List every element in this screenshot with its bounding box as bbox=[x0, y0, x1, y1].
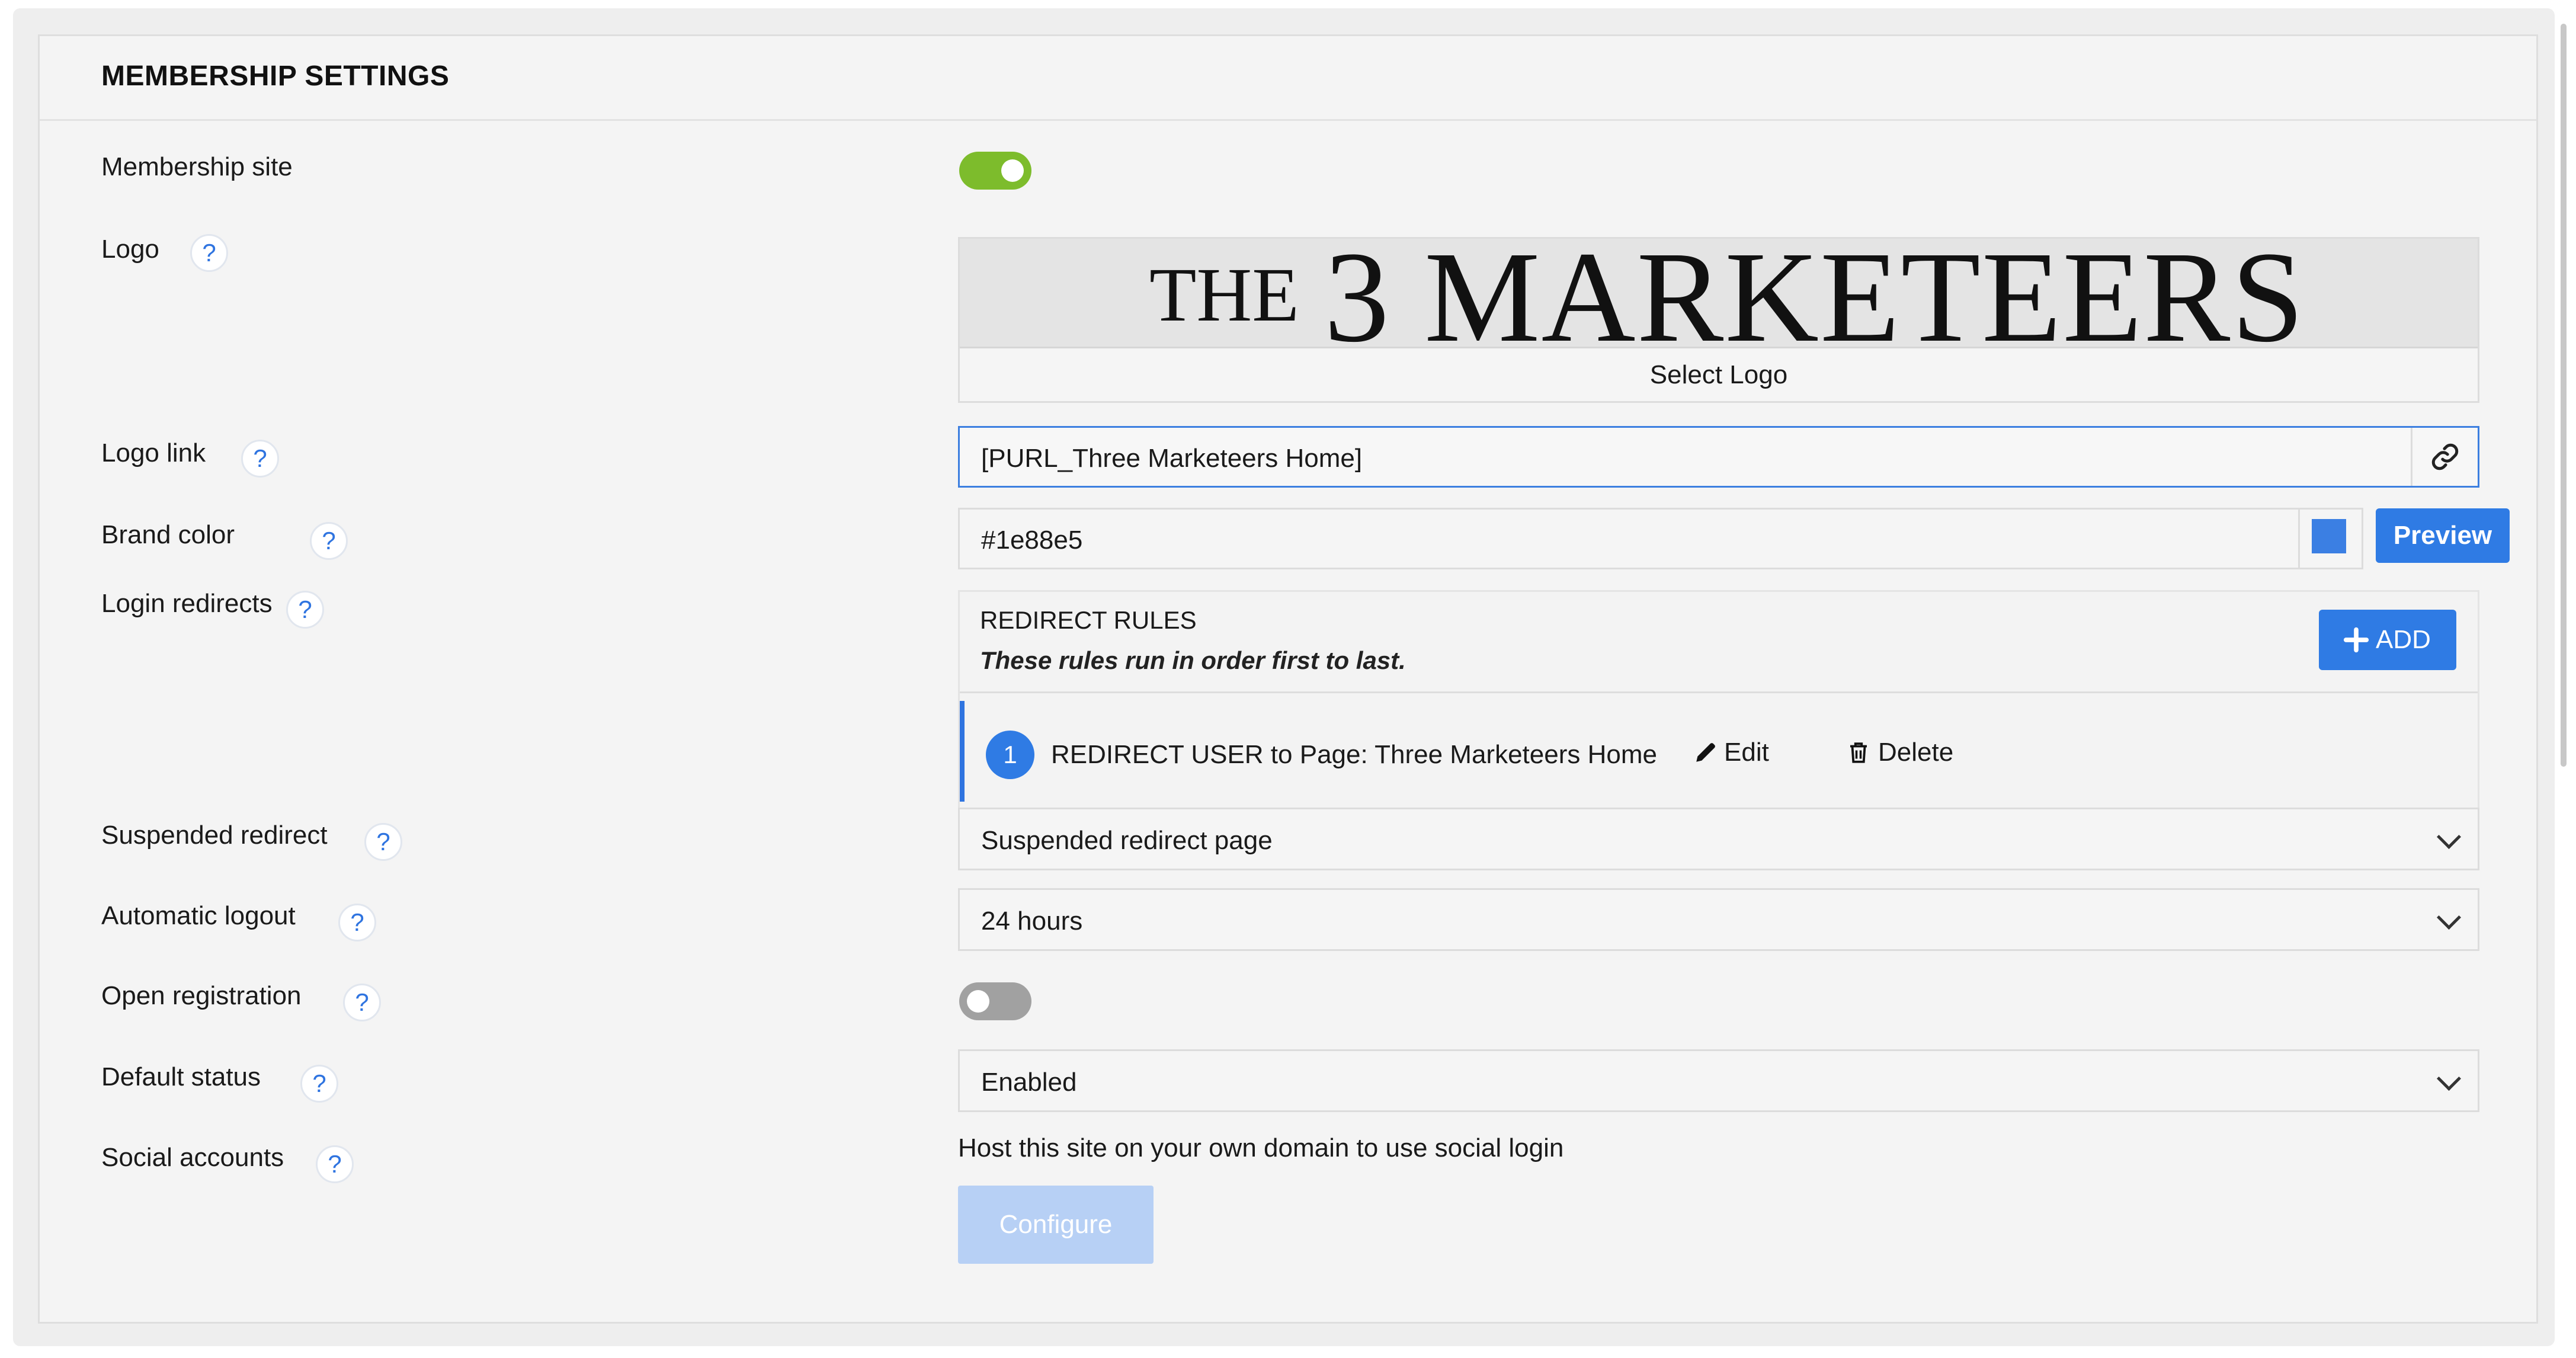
membership-site-toggle[interactable] bbox=[959, 152, 1031, 190]
suspended-redirect-help-icon[interactable]: ? bbox=[364, 823, 402, 861]
suspended-redirect-label: Suspended redirect bbox=[101, 821, 328, 850]
automatic-logout-label: Automatic logout bbox=[101, 901, 296, 930]
add-rule-button[interactable]: ADD bbox=[2319, 610, 2456, 670]
configure-button[interactable]: Configure bbox=[958, 1186, 1154, 1264]
brand-color-input[interactable]: #1e88e5 bbox=[958, 508, 2363, 569]
chevron-down-icon bbox=[2436, 1066, 2462, 1091]
rule-delete-label: Delete bbox=[1878, 738, 1954, 767]
default-status-select[interactable]: Enabled bbox=[958, 1049, 2479, 1112]
scrollbar-thumb[interactable] bbox=[2561, 24, 2567, 767]
default-status-help-icon[interactable]: ? bbox=[300, 1065, 338, 1103]
default-status-label: Default status bbox=[101, 1062, 261, 1091]
panel-title: MEMBERSHIP SETTINGS bbox=[101, 60, 450, 92]
suspended-redirect-select[interactable]: Suspended redirect page bbox=[958, 808, 2479, 870]
logo-image-name: 3 MARKETEERS bbox=[1324, 239, 2305, 347]
plus-icon bbox=[2343, 627, 2369, 653]
default-status-value: Enabled bbox=[981, 1068, 1077, 1097]
color-swatch bbox=[2312, 519, 2346, 553]
preview-button[interactable]: Preview bbox=[2376, 508, 2510, 563]
logo-link-help-icon[interactable]: ? bbox=[241, 440, 279, 478]
trash-icon bbox=[1850, 742, 1867, 763]
social-accounts-help-icon[interactable]: ? bbox=[316, 1145, 354, 1183]
brand-color-label: Brand color bbox=[101, 520, 235, 549]
redirect-rule-row: 1 REDIRECT USER to Page: Three Marketeer… bbox=[960, 701, 2478, 802]
suspended-redirect-value: Suspended redirect page bbox=[981, 826, 1273, 855]
chevron-down-icon bbox=[2436, 905, 2462, 930]
logo-link-input[interactable]: [PURL_Three Marketeers Home] bbox=[958, 426, 2479, 488]
logo-image: THE 3 MARKETEERS bbox=[960, 239, 2478, 347]
select-logo-button[interactable]: Select Logo bbox=[960, 347, 2478, 403]
open-registration-help-icon[interactable]: ? bbox=[343, 984, 381, 1021]
color-swatch-button[interactable] bbox=[2298, 510, 2362, 568]
logo-help-icon[interactable]: ? bbox=[190, 234, 228, 272]
redirect-rules-title: REDIRECT RULES bbox=[980, 606, 1197, 634]
open-registration-toggle[interactable] bbox=[959, 982, 1031, 1020]
social-accounts-label: Social accounts bbox=[101, 1143, 284, 1172]
toggle-knob bbox=[967, 990, 989, 1013]
redirect-rules-section: REDIRECT RULES These rules run in order … bbox=[958, 590, 2479, 841]
membership-site-label: Membership site bbox=[101, 152, 293, 181]
add-rule-label: ADD bbox=[2376, 625, 2431, 654]
brand-color-help-icon[interactable]: ? bbox=[310, 522, 348, 560]
rule-text: REDIRECT USER to Page: Three Marketeers … bbox=[1051, 740, 1657, 769]
redirect-rules-subtitle: These rules run in order first to last. bbox=[980, 646, 1406, 674]
logo-link-value: [PURL_Three Marketeers Home] bbox=[981, 444, 1363, 473]
link-icon bbox=[2431, 443, 2459, 470]
rule-edit-label: Edit bbox=[1724, 738, 1769, 767]
logo-picker[interactable]: THE 3 MARKETEERS Select Logo bbox=[958, 237, 2479, 403]
automatic-logout-value: 24 hours bbox=[981, 907, 1083, 936]
login-redirects-help-icon[interactable]: ? bbox=[286, 591, 324, 629]
automatic-logout-help-icon[interactable]: ? bbox=[338, 904, 376, 941]
logo-link-label: Logo link bbox=[101, 438, 206, 467]
social-login-note: Host this site on your own domain to use… bbox=[958, 1133, 1564, 1162]
rule-number-badge: 1 bbox=[986, 731, 1034, 779]
logo-label: Logo bbox=[101, 235, 159, 264]
logo-image-the: THE bbox=[1149, 252, 1299, 338]
pencil-icon bbox=[1696, 743, 1715, 762]
open-registration-label: Open registration bbox=[101, 981, 302, 1010]
redirect-rules-header: REDIRECT RULES These rules run in order … bbox=[960, 592, 2478, 693]
toggle-knob bbox=[1001, 159, 1024, 182]
login-redirects-label: Login redirects bbox=[101, 589, 273, 618]
membership-settings-panel: MEMBERSHIP SETTINGS Membership site Logo… bbox=[38, 34, 2538, 1324]
panel-header: MEMBERSHIP SETTINGS bbox=[40, 36, 2536, 121]
automatic-logout-select[interactable]: 24 hours bbox=[958, 888, 2479, 951]
chevron-down-icon bbox=[2436, 824, 2462, 850]
brand-color-value: #1e88e5 bbox=[981, 526, 1083, 555]
link-button[interactable] bbox=[2411, 428, 2478, 486]
